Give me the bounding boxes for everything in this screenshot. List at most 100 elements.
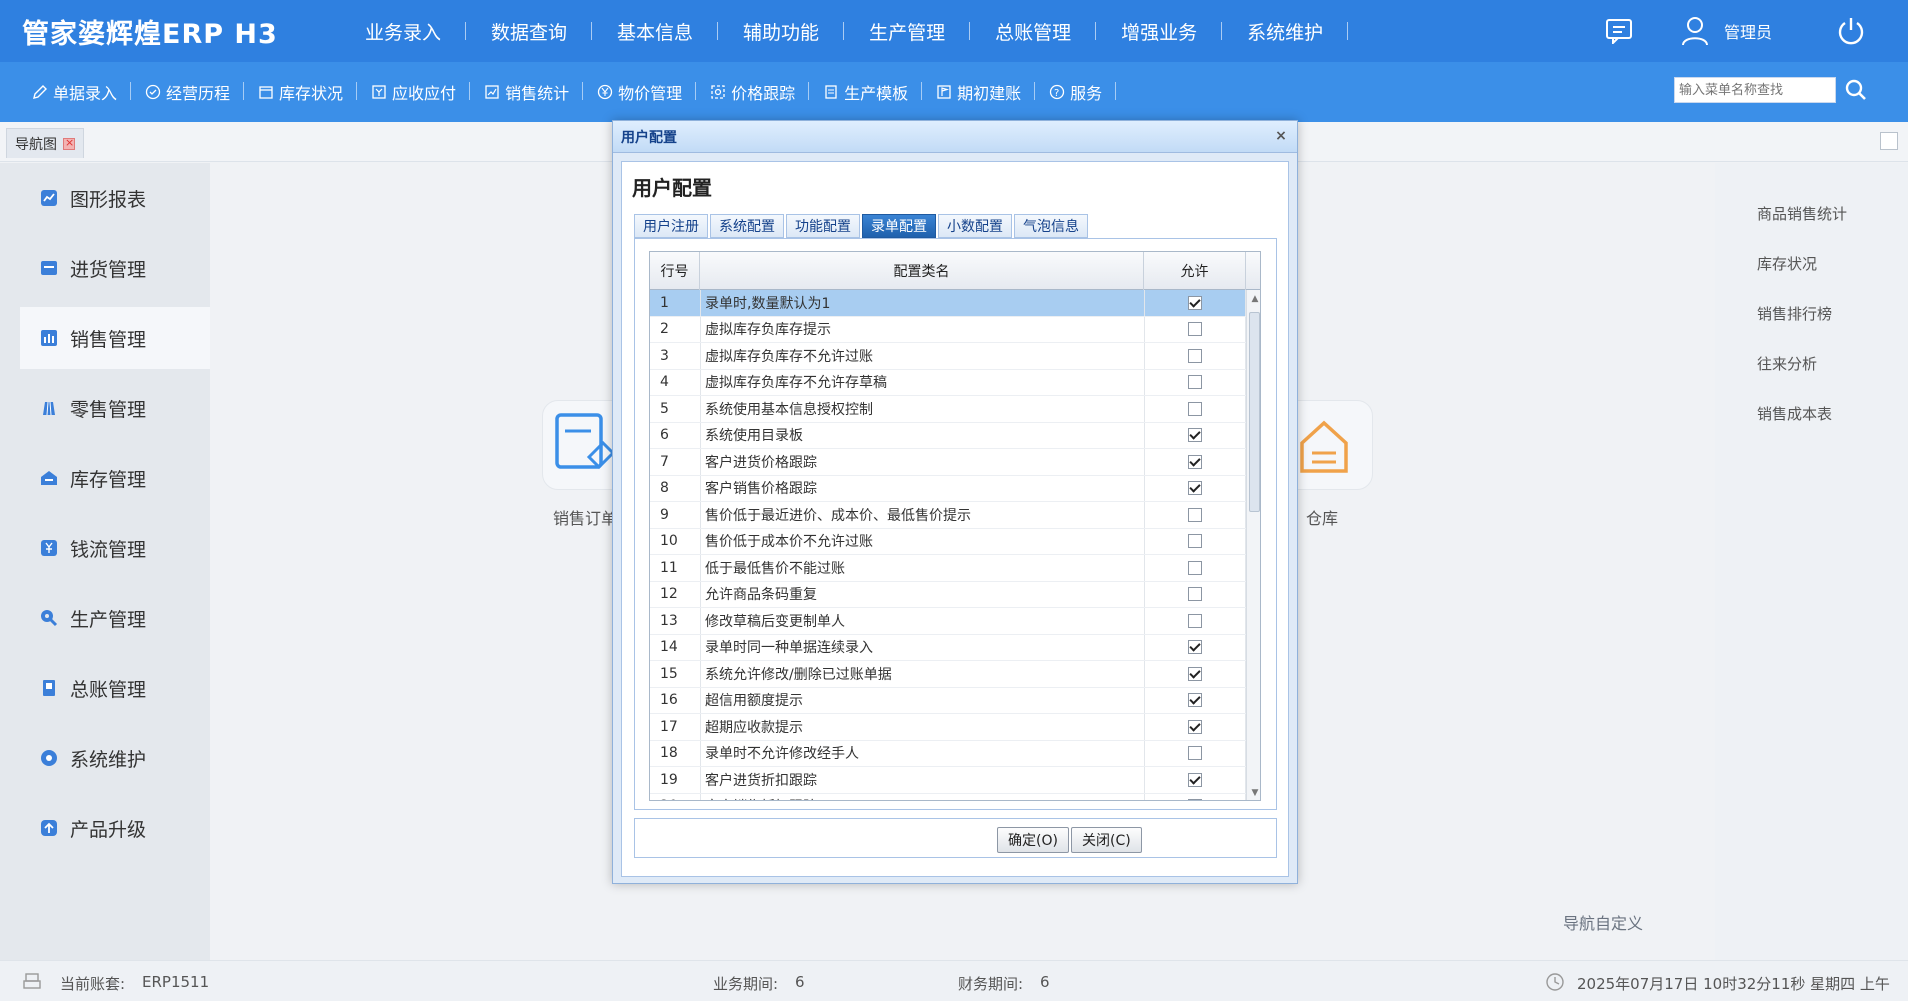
toolbar-price-track[interactable]: 价格跟踪 bbox=[696, 80, 810, 104]
right-link-sales-stats[interactable]: 商品销售统计 bbox=[1757, 203, 1847, 224]
dialog-titlebar[interactable]: 用户配置 × bbox=[613, 121, 1297, 153]
tab-decimal-config[interactable]: 小数配置 bbox=[938, 214, 1012, 238]
sidebar-item-upgrade[interactable]: 产品升级 bbox=[20, 797, 210, 859]
table-row[interactable]: 15 系统允许修改/删除已过账单据 bbox=[650, 661, 1246, 688]
sidebar-item-purchase[interactable]: 进货管理 bbox=[20, 237, 210, 299]
toolbar-price-mgmt[interactable]: 物价管理 bbox=[583, 80, 697, 104]
right-link-contacts[interactable]: 往来分析 bbox=[1757, 353, 1817, 374]
top-nav-item-entry[interactable]: 业务录入 bbox=[340, 18, 467, 45]
vertical-scrollbar[interactable]: ▲ ▼ bbox=[1246, 290, 1260, 800]
toolbar-receivables[interactable]: 应收应付 bbox=[357, 80, 471, 104]
toolbar-sales-stats[interactable]: 销售统计 bbox=[470, 80, 584, 104]
table-row[interactable]: 18 录单时不允许修改经手人 bbox=[650, 740, 1246, 767]
toolbar-stock[interactable]: 库存状况 bbox=[244, 80, 358, 104]
tab-system-config[interactable]: 系统配置 bbox=[710, 214, 784, 238]
allowed-checkbox[interactable] bbox=[1188, 534, 1202, 549]
sidebar-item-system[interactable]: 系统维护 bbox=[20, 727, 210, 789]
top-nav-item-aux[interactable]: 辅助功能 bbox=[718, 18, 845, 45]
toolbar-initial-setup[interactable]: 期初建账 bbox=[922, 80, 1036, 104]
scroll-up-icon[interactable]: ▲ bbox=[1250, 294, 1260, 304]
tab-bubble-info[interactable]: 气泡信息 bbox=[1014, 214, 1088, 238]
toolbar-service[interactable]: ? 服务 bbox=[1035, 80, 1117, 104]
tab-user-register[interactable]: 用户注册 bbox=[634, 214, 708, 238]
scrollbar-thumb[interactable] bbox=[1249, 312, 1260, 512]
table-row[interactable]: 2 虚拟库存负库存提示 bbox=[650, 316, 1246, 343]
message-icon[interactable] bbox=[1602, 14, 1636, 48]
sidebar-item-sales[interactable]: 销售管理 bbox=[20, 307, 210, 369]
menu-search-input[interactable] bbox=[1674, 77, 1836, 103]
table-row[interactable]: 14 录单时同一种单据连续录入 bbox=[650, 634, 1246, 661]
sidebar-item-cashflow[interactable]: 钱流管理 bbox=[20, 517, 210, 579]
table-row[interactable]: 19 客户进货折扣跟踪 bbox=[650, 767, 1246, 794]
ok-button[interactable]: 确定(O) bbox=[997, 827, 1069, 853]
close-button[interactable]: 关闭(C) bbox=[1071, 827, 1142, 853]
power-icon[interactable] bbox=[1834, 14, 1868, 48]
allowed-checkbox[interactable] bbox=[1188, 560, 1202, 575]
table-row[interactable]: 17 超期应收款提示 bbox=[650, 714, 1246, 741]
sidebar-item-production[interactable]: 生产管理 bbox=[20, 587, 210, 649]
allowed-checkbox[interactable] bbox=[1188, 772, 1202, 787]
user-name[interactable]: 管理员 bbox=[1724, 19, 1772, 43]
allowed-checkbox[interactable] bbox=[1188, 693, 1202, 708]
table-row[interactable]: 6 系统使用目录板 bbox=[650, 422, 1246, 449]
column-header-allowed[interactable]: 允许 bbox=[1144, 252, 1246, 290]
scroll-down-icon[interactable]: ▼ bbox=[1250, 788, 1260, 798]
allowed-checkbox[interactable] bbox=[1188, 746, 1202, 761]
right-link-stock[interactable]: 库存状况 bbox=[1757, 253, 1817, 274]
table-row[interactable]: 8 客户销售价格跟踪 bbox=[650, 475, 1246, 502]
table-row[interactable]: 10 售价低于成本价不允许过账 bbox=[650, 528, 1246, 555]
allowed-checkbox[interactable] bbox=[1188, 507, 1202, 522]
top-nav-item-production[interactable]: 生产管理 bbox=[844, 18, 971, 45]
column-header-row-no[interactable]: 行号 bbox=[650, 252, 700, 290]
toolbar-prod-template[interactable]: 生产模板 bbox=[809, 80, 923, 104]
allowed-checkbox[interactable] bbox=[1188, 640, 1202, 655]
top-nav-item-ledger[interactable]: 总账管理 bbox=[970, 18, 1097, 45]
table-row[interactable]: 3 虚拟库存负库存不允许过账 bbox=[650, 343, 1246, 370]
top-nav-item-system[interactable]: 系统维护 bbox=[1222, 18, 1349, 45]
nav-customize-link[interactable]: 导航自定义 bbox=[1563, 910, 1643, 934]
allowed-checkbox[interactable] bbox=[1188, 587, 1202, 602]
tab-entry-config[interactable]: 录单配置 bbox=[862, 214, 936, 238]
table-row[interactable]: 1 录单时,数量默认为1 bbox=[650, 290, 1246, 317]
table-row[interactable]: 11 低于最低售价不能过账 bbox=[650, 555, 1246, 582]
allowed-checkbox[interactable] bbox=[1188, 454, 1202, 469]
user-icon[interactable] bbox=[1678, 14, 1712, 48]
top-nav-item-enhanced[interactable]: 增强业务 bbox=[1096, 18, 1223, 45]
table-row[interactable]: 5 系统使用基本信息授权控制 bbox=[650, 396, 1246, 423]
sidebar-item-charts[interactable]: 图形报表 bbox=[20, 167, 210, 229]
sidebar-item-retail[interactable]: 零售管理 bbox=[20, 377, 210, 439]
allowed-checkbox[interactable] bbox=[1188, 348, 1202, 363]
table-row[interactable]: 12 允许商品条码重复 bbox=[650, 581, 1246, 608]
allowed-checkbox[interactable] bbox=[1188, 428, 1202, 443]
close-icon[interactable] bbox=[63, 136, 75, 150]
table-row[interactable]: 20客户销售折扣跟踪 bbox=[650, 793, 1246, 800]
column-header-config-name[interactable]: 配置类名 bbox=[700, 252, 1144, 290]
top-nav-item-basic[interactable]: 基本信息 bbox=[592, 18, 719, 45]
allowed-checkbox[interactable] bbox=[1188, 322, 1202, 337]
allowed-checkbox[interactable] bbox=[1188, 401, 1202, 416]
allowed-checkbox[interactable] bbox=[1188, 295, 1202, 310]
table-row[interactable]: 16 超信用额度提示 bbox=[650, 687, 1246, 714]
close-icon[interactable]: × bbox=[1273, 129, 1289, 145]
sidebar-item-inventory[interactable]: 库存管理 bbox=[20, 447, 210, 509]
close-all-tabs-icon[interactable] bbox=[1880, 132, 1898, 150]
sidebar-item-ledger[interactable]: 总账管理 bbox=[20, 657, 210, 719]
right-link-cost[interactable]: 销售成本表 bbox=[1757, 403, 1832, 424]
allowed-checkbox[interactable] bbox=[1188, 613, 1202, 628]
table-row[interactable]: 4 虚拟库存负库存不允许存草稿 bbox=[650, 369, 1246, 396]
allowed-checkbox[interactable] bbox=[1188, 666, 1202, 681]
allowed-checkbox[interactable] bbox=[1188, 375, 1202, 390]
allowed-checkbox[interactable] bbox=[1188, 719, 1202, 734]
allowed-checkbox[interactable] bbox=[1188, 481, 1202, 496]
tab-function-config[interactable]: 功能配置 bbox=[786, 214, 860, 238]
allowed-checkbox[interactable] bbox=[1188, 799, 1202, 800]
toolbar-history[interactable]: 经营历程 bbox=[131, 80, 245, 104]
table-row[interactable]: 7 客户进货价格跟踪 bbox=[650, 449, 1246, 476]
tab-nav-map[interactable]: 导航图 bbox=[6, 128, 84, 158]
table-row[interactable]: 13 修改草稿后变更制单人 bbox=[650, 608, 1246, 635]
top-nav-item-query[interactable]: 数据查询 bbox=[466, 18, 593, 45]
search-icon[interactable] bbox=[1844, 78, 1868, 102]
right-link-ranking[interactable]: 销售排行榜 bbox=[1757, 303, 1832, 324]
toolbar-bill-entry[interactable]: 单据录入 bbox=[18, 80, 132, 104]
table-row[interactable]: 9 售价低于最近进价、成本价、最低售价提示 bbox=[650, 502, 1246, 529]
